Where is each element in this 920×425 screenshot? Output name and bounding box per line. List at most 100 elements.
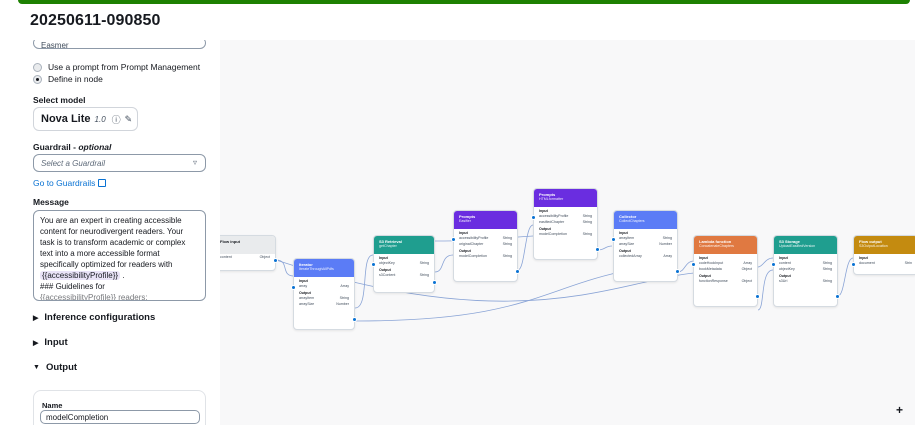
guardrails-link-text[interactable]: Go to Guardrails [33, 178, 95, 188]
port-name: objectKey [379, 261, 395, 265]
model-name: Nova Lite [41, 113, 91, 125]
node-header: Flow output S3OutputLocation [854, 236, 915, 254]
guardrail-placeholder: Select a Guardrail [41, 159, 106, 168]
node-subtitle: S3OutputLocation [859, 244, 888, 248]
info-icon[interactable]: ⓘ [112, 113, 121, 126]
port-name: document [859, 261, 875, 265]
input-section-toggle[interactable]: ▶ Input [33, 337, 68, 348]
node-subtitle: UploadEasifiedVersion [779, 244, 816, 248]
flow-node-0[interactable]: Flow input content Object [220, 235, 278, 271]
node-port-row: modelCompletion String [454, 253, 517, 259]
port-type: Strin [904, 261, 912, 265]
input-port[interactable] [451, 237, 456, 242]
message-textarea[interactable]: You are an expert in creating accessible… [33, 210, 206, 301]
message-line: You are an expert in creating accessible [40, 216, 182, 225]
output-port[interactable] [675, 269, 680, 274]
flow-node-8[interactable]: Flow output S3OutputLocation Input document… [851, 235, 915, 275]
input-port[interactable] [691, 262, 696, 267]
port-name: modelCompletion [459, 254, 487, 258]
radio-label: Define in node [48, 74, 103, 84]
node-config-panel: Easmer Use a prompt from Prompt Manageme… [0, 40, 220, 425]
node-subtitle: HTMLformatter [539, 197, 564, 201]
output-port[interactable] [835, 294, 840, 299]
port-type: String [419, 261, 429, 265]
section-label: Output [45, 362, 78, 373]
node-header: Flow input [220, 236, 275, 254]
node-header: Iterator IterateThroughAllPdfs [294, 259, 354, 277]
output-port[interactable] [432, 280, 437, 285]
message-line: {{accessibilityProfile}} readers: [40, 293, 148, 301]
flow-node-6[interactable]: Lambda function ConcatenateChapters Input c… [691, 235, 760, 307]
caret-down-icon: ▼ [33, 364, 40, 371]
zoom-in-button[interactable]: + [896, 403, 903, 417]
node-subtitle: CollectChapters [619, 219, 645, 223]
message-punct: . [122, 271, 125, 280]
output-port[interactable] [595, 247, 600, 252]
model-selector[interactable]: Nova Lite 1.0 ⓘ ✎ [33, 107, 138, 131]
flow-node-1[interactable]: Iterator IterateThroughAllPdfs Input array A… [291, 258, 357, 330]
input-port[interactable] [771, 262, 776, 267]
port-type: String [822, 267, 832, 271]
inference-config-toggle[interactable]: ▶ Inference configurations [33, 312, 155, 323]
port-type: String [502, 254, 512, 258]
port-name: easifiedChapter [539, 220, 565, 224]
port-type: Number [659, 242, 672, 246]
section-label: Input [44, 337, 68, 348]
radio-button[interactable] [33, 62, 42, 72]
caret-right-icon: ▶ [33, 314, 39, 322]
port-type: String [502, 242, 512, 246]
output-port[interactable] [515, 269, 520, 274]
radio-define-in-node[interactable]: Define in node [33, 74, 103, 84]
output-port[interactable] [352, 317, 357, 322]
radio-label: Use a prompt from Prompt Management [48, 62, 201, 72]
flow-node-7[interactable]: S3 Storage UploadEasifiedVersion Input cont… [771, 235, 840, 307]
node-header: Collector CollectChapters [614, 211, 677, 229]
edit-icon[interactable]: ✎ [125, 114, 133, 125]
node-port-row: content Object [220, 254, 275, 260]
port-name: collectedArray [619, 254, 642, 258]
port-type: Array [340, 284, 349, 288]
input-port[interactable] [611, 237, 616, 242]
port-type: String [502, 236, 512, 240]
input-port[interactable] [531, 215, 536, 220]
port-name: s3Content [379, 273, 396, 277]
node-header: S3 Storage UploadEasifiedVersion [774, 236, 837, 254]
caret-right-icon: ▶ [33, 339, 39, 347]
node-subtitle: Easifier [459, 219, 471, 223]
model-version: 1.0 [94, 114, 106, 124]
flow-node-5[interactable]: Collector CollectChapters Input arrayItem St… [611, 210, 680, 282]
radio-button-selected[interactable] [33, 74, 42, 84]
port-name: functionResponse [699, 279, 728, 283]
node-subtitle: getChapter [379, 244, 397, 248]
radio-prompt-management[interactable]: Use a prompt from Prompt Management [33, 62, 200, 72]
flow-node-2[interactable]: S3 Retrieval getChapter Input objectKey Stri… [371, 235, 437, 293]
node-port-row: collectedArray Array [614, 253, 677, 259]
flow-node-4[interactable]: Prompts HTMLformatter Input accessibilityPr… [531, 188, 600, 260]
port-name: codeHookInput [699, 261, 724, 265]
output-port[interactable] [273, 258, 278, 263]
port-type: String [339, 296, 349, 300]
input-port[interactable] [851, 262, 856, 267]
port-name: content [220, 255, 232, 259]
port-name: content [779, 261, 791, 265]
flow-node-3[interactable]: Prompts Easifier Input accessibilityProfile… [451, 210, 520, 282]
section-label: Inference configurations [44, 312, 156, 323]
node-subtitle: IterateThroughAllPdfs [299, 267, 334, 271]
input-port[interactable] [371, 262, 376, 267]
guardrails-link[interactable]: Go to Guardrails [33, 178, 107, 188]
output-section-toggle[interactable]: ▼ Output [33, 362, 77, 373]
guardrail-label-text: Guardrail - [33, 142, 79, 152]
port-type: Object [741, 267, 752, 271]
port-name: arrayItem [299, 296, 315, 300]
guardrail-select[interactable]: Select a Guardrail ▿ [33, 154, 206, 172]
port-name: arrayItem [619, 236, 635, 240]
top-text-field[interactable]: Easmer [33, 40, 206, 50]
node-header: Lambda function ConcatenateChapters [694, 236, 757, 254]
input-port[interactable] [291, 285, 296, 290]
output-name-input[interactable]: modelCompletion [40, 410, 200, 424]
output-port[interactable] [755, 294, 760, 299]
flow-canvas[interactable]: Flow input content Object Iterator IterateTh… [220, 40, 915, 425]
port-name: accessibilityProfile [539, 214, 569, 218]
select-model-label: Select model [33, 95, 86, 105]
port-name: arraySize [299, 302, 315, 306]
